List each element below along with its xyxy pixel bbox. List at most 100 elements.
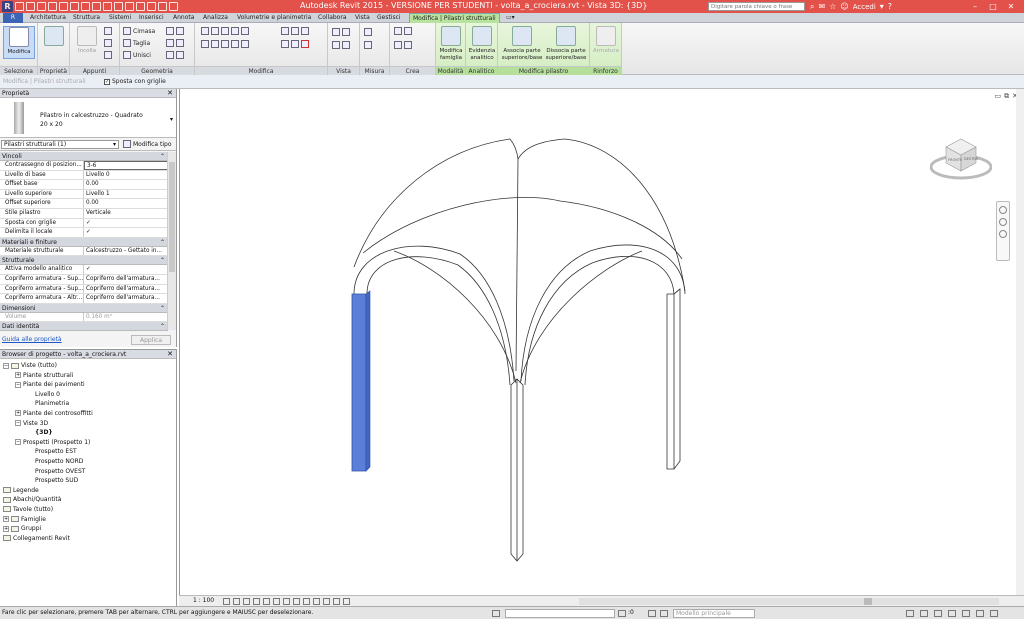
thin-lines-icon[interactable] xyxy=(147,2,156,11)
wall-join-icon[interactable] xyxy=(166,27,174,35)
array-icon[interactable] xyxy=(241,40,249,48)
property-section[interactable]: Dimensioni ⌃ xyxy=(0,303,168,313)
measure-distance-icon[interactable] xyxy=(364,28,372,36)
property-value[interactable]: Livello 1 xyxy=(84,190,168,199)
collapse-icon[interactable]: ⌃ xyxy=(160,256,165,265)
property-value[interactable]: 0.00 xyxy=(84,199,168,208)
property-value[interactable]: 0.00 xyxy=(84,180,168,189)
vault-model[interactable] xyxy=(180,89,1024,595)
viewport-horizontal-scrollbar[interactable] xyxy=(579,598,999,605)
properties-button[interactable] xyxy=(43,26,65,48)
worksharing-icon[interactable] xyxy=(323,598,330,605)
exclude-options-icon[interactable] xyxy=(660,610,668,617)
print-icon[interactable] xyxy=(70,2,79,11)
filter-count-icon[interactable] xyxy=(990,610,998,617)
close-hidden-icon[interactable] xyxy=(158,2,167,11)
select-underlay-icon[interactable] xyxy=(920,610,928,617)
edit-family-button[interactable]: Modifica famiglia xyxy=(437,26,465,62)
select-by-face-icon[interactable] xyxy=(948,610,956,617)
tree-node[interactable]: + Gruppi xyxy=(0,524,176,534)
copy-element-icon[interactable] xyxy=(211,40,219,48)
aligned-dimension-icon[interactable] xyxy=(364,41,372,49)
collapse-icon[interactable]: − xyxy=(15,381,21,388)
expand-icon[interactable]: + xyxy=(15,410,21,417)
design-options-icon[interactable] xyxy=(648,610,656,617)
move-icon[interactable] xyxy=(201,40,209,48)
tree-node[interactable]: − Viste 3D xyxy=(0,419,176,429)
open-icon[interactable] xyxy=(15,2,24,11)
match-icon[interactable] xyxy=(104,51,112,59)
create-group-icon[interactable] xyxy=(394,41,402,49)
collapse-icon[interactable]: ⌃ xyxy=(160,322,165,331)
collapse-icon[interactable]: − xyxy=(3,362,9,369)
select-links-icon[interactable] xyxy=(906,610,914,617)
text-icon[interactable] xyxy=(114,2,123,11)
property-section[interactable]: Strutturale ⌃ xyxy=(0,256,168,266)
modify-button[interactable]: Modifica xyxy=(3,26,35,59)
drag-elements-icon[interactable] xyxy=(962,610,970,617)
detach-top-base-button[interactable]: Dissocia parte superiore/base xyxy=(544,26,588,62)
paint-icon[interactable] xyxy=(176,39,184,47)
tab-modifica-pilastri[interactable]: Modifica | Pilastri strutturali xyxy=(409,13,500,23)
property-value[interactable]: ✓ xyxy=(84,265,168,274)
create-similar-icon[interactable] xyxy=(404,41,412,49)
user-icon[interactable]: ☺ xyxy=(840,2,848,11)
select-pinned-icon[interactable] xyxy=(934,610,942,617)
maximize-button[interactable]: □ xyxy=(984,0,1002,13)
tree-node[interactable]: Livello 0 xyxy=(0,390,176,400)
tab-vista[interactable]: Vista xyxy=(352,13,373,23)
property-section[interactable]: Materiali e finiture ⌃ xyxy=(0,237,168,247)
lock-icon[interactable] xyxy=(291,40,299,48)
subscription-icon[interactable]: ✉ xyxy=(818,2,825,11)
hide-icon[interactable] xyxy=(342,28,350,36)
tab-struttura[interactable]: Struttura xyxy=(70,13,103,23)
property-value[interactable]: Livello 0 xyxy=(84,171,168,180)
property-value[interactable]: 3-6 xyxy=(84,161,168,170)
3d-viewport[interactable]: ▭ ⧉ ✕ xyxy=(179,89,1024,595)
tree-node[interactable]: Prospetto SUD xyxy=(0,476,176,486)
exchange-icon[interactable]: ▾ xyxy=(880,2,884,11)
mirror-axis-icon[interactable] xyxy=(221,27,229,35)
ribbon-minimize-icon[interactable]: ▭▾ xyxy=(503,13,518,23)
dimension-icon[interactable] xyxy=(92,2,101,11)
3d-view-icon[interactable] xyxy=(125,2,134,11)
tree-node[interactable]: + Famiglie xyxy=(0,515,176,525)
property-value[interactable]: Copriferro dell'armatura... xyxy=(84,285,168,294)
viewport-vertical-scrollbar[interactable] xyxy=(1016,89,1024,595)
paste-button[interactable]: Incolla xyxy=(74,26,100,55)
rotate-icon[interactable] xyxy=(221,40,229,48)
split-face-icon[interactable] xyxy=(166,39,174,47)
close-icon[interactable]: ✕ xyxy=(167,89,173,98)
tab-inserisci[interactable]: Inserisci xyxy=(136,13,167,23)
detail-level-icon[interactable] xyxy=(223,598,230,605)
properties-help-link[interactable]: Guida alle proprietà xyxy=(2,336,62,343)
worksets-icon[interactable] xyxy=(492,610,500,617)
collapse-icon[interactable]: − xyxy=(15,439,21,446)
attach-top-base-button[interactable]: Associa parte superiore/base xyxy=(500,26,544,62)
scroll-thumb[interactable] xyxy=(864,598,872,605)
viewcube[interactable]: FRONTE DESTRA xyxy=(929,127,993,183)
split-icon[interactable] xyxy=(241,27,249,35)
scroll-thumb[interactable] xyxy=(169,162,175,272)
close-icon[interactable]: ✕ xyxy=(167,350,173,359)
expand-icon[interactable]: + xyxy=(15,372,21,379)
collapse-icon[interactable]: ⌃ xyxy=(160,304,165,313)
tree-node[interactable]: Tavole (tutto) xyxy=(0,505,176,515)
copy-icon[interactable] xyxy=(104,39,112,47)
highlight-displacement-icon[interactable] xyxy=(343,598,350,605)
search-icon[interactable]: ⌕ xyxy=(810,2,814,12)
chevron-down-icon[interactable]: ▾ xyxy=(170,116,173,123)
expand-icon[interactable]: + xyxy=(3,516,9,522)
beam-join-icon[interactable] xyxy=(176,51,184,59)
delete-icon[interactable] xyxy=(301,40,309,48)
help-icon[interactable]: ? xyxy=(888,2,892,11)
tree-node[interactable]: Prospetto OVEST xyxy=(0,467,176,477)
lightbulb-icon[interactable] xyxy=(332,28,340,36)
property-section[interactable]: Dati identità ⌃ xyxy=(0,322,168,332)
viewcube-front-face[interactable]: FRONTE xyxy=(948,158,962,162)
edit-type-button[interactable]: Modifica tipo xyxy=(123,140,171,148)
zoom-icon[interactable] xyxy=(999,218,1007,226)
workset-dropdown[interactable] xyxy=(505,609,615,618)
remove-paint-icon[interactable] xyxy=(166,51,174,59)
trim-icon[interactable] xyxy=(231,40,239,48)
